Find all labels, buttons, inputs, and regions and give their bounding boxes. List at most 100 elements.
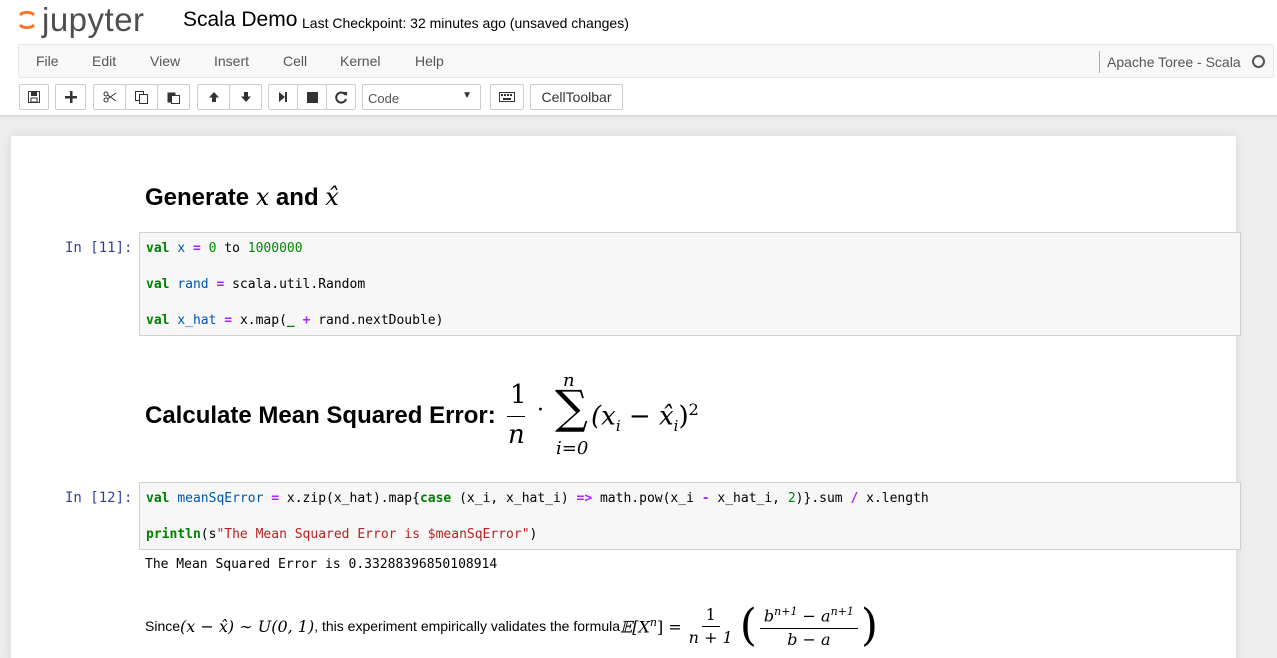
plus-icon bbox=[64, 91, 77, 103]
code-text: x_hat_i, bbox=[717, 491, 781, 506]
code-text: math.pow(x_i bbox=[599, 491, 694, 506]
restart-button[interactable] bbox=[326, 84, 356, 110]
menubar: File Edit View Insert Cell Kernel Help A… bbox=[18, 44, 1274, 78]
frac-denominator: n bbox=[508, 420, 525, 450]
cell-type-select[interactable]: Code ▼ bbox=[362, 84, 481, 110]
fraction-1: 1 n + 1 bbox=[685, 604, 737, 649]
paste-icon bbox=[167, 92, 180, 104]
frac-top: 1 bbox=[701, 604, 720, 627]
interrupt-button[interactable] bbox=[297, 84, 327, 110]
frac-numerator: 1 bbox=[510, 380, 527, 410]
power: n bbox=[649, 615, 657, 629]
code-text: ) bbox=[529, 527, 538, 542]
operator: = bbox=[216, 277, 225, 292]
operator: => bbox=[576, 491, 593, 506]
menu-edit[interactable]: Edit bbox=[92, 53, 116, 69]
cut-button[interactable] bbox=[93, 84, 126, 110]
menu-insert[interactable]: Insert bbox=[214, 53, 249, 69]
string: "The Mean Squared Error is $meanSqError" bbox=[216, 527, 530, 542]
code-line: val rand = scala.util.Random bbox=[146, 277, 365, 292]
keyword: val bbox=[146, 491, 170, 506]
code-text: to bbox=[224, 241, 240, 256]
menu-help[interactable]: Help bbox=[415, 53, 444, 69]
keyword: val bbox=[146, 277, 170, 292]
jupyter-logo[interactable]: jupyter bbox=[18, 2, 145, 38]
frac-bottom: n + 1 bbox=[688, 627, 733, 647]
builtin: println bbox=[146, 527, 201, 542]
frac-bar bbox=[507, 416, 525, 417]
paste-button[interactable] bbox=[157, 84, 190, 110]
variable: rand bbox=[177, 277, 209, 292]
minus: − bbox=[620, 401, 659, 432]
input-prompt: In [11]: bbox=[65, 240, 133, 256]
operator: - bbox=[701, 491, 710, 506]
code-cell-input[interactable]: val x = 0 to 1000000 val rand = scala.ut… bbox=[139, 232, 1241, 336]
variable: meanSqError bbox=[177, 491, 264, 506]
code-text: rand.nextDouble) bbox=[318, 313, 444, 328]
markdown-formula-text[interactable]: Since (x − x̂) ∼ U(0, 1) , this experime… bbox=[145, 596, 878, 656]
term: b bbox=[763, 606, 775, 626]
text: , this experiment empirically validates … bbox=[314, 618, 621, 634]
heading-and: and bbox=[269, 184, 326, 211]
term: − a bbox=[797, 606, 831, 626]
menu-cell[interactable]: Cell bbox=[283, 53, 307, 69]
menu-file[interactable]: File bbox=[36, 53, 59, 69]
run-button[interactable] bbox=[268, 84, 298, 110]
command-palette-button[interactable] bbox=[490, 84, 524, 110]
sum-term: (x bbox=[591, 401, 616, 432]
copy-button[interactable] bbox=[125, 84, 158, 110]
insert-cell-button[interactable] bbox=[55, 84, 86, 110]
code-text: x.length bbox=[866, 491, 929, 506]
code-line: val x_hat = x.map(_ + rand.nextDouble) bbox=[146, 313, 443, 328]
menu-kernel[interactable]: Kernel bbox=[340, 53, 380, 69]
lhs: 𝔼[X bbox=[620, 617, 650, 637]
sum-lower: i=0 bbox=[556, 438, 589, 459]
code-text: x.map( bbox=[239, 313, 287, 328]
heading-text: Generate bbox=[145, 184, 256, 211]
code-line: println(s"The Mean Squared Error is $mea… bbox=[146, 527, 537, 542]
operator: = bbox=[224, 313, 233, 328]
code-text: (s bbox=[200, 527, 217, 542]
operator: = bbox=[271, 491, 280, 506]
markdown-heading-generate[interactable]: Generate x and x̂ bbox=[145, 183, 339, 212]
copy-icon bbox=[135, 90, 148, 104]
number: 2 bbox=[787, 491, 796, 506]
code-line: val meanSqError = x.zip(x_hat).map{case … bbox=[146, 491, 929, 506]
code-text: x.zip(x_hat).map{ bbox=[286, 491, 420, 506]
xhat: x̂ bbox=[658, 401, 674, 432]
sum-symbol: ∑ bbox=[555, 380, 588, 434]
frac-top: bn+1 − an+1 bbox=[759, 601, 858, 629]
save-button[interactable] bbox=[19, 84, 49, 110]
kernel-status-icon bbox=[1252, 55, 1265, 68]
celltoolbar-button[interactable]: CellToolbar bbox=[530, 84, 623, 110]
notebook-name[interactable]: Scala Demo bbox=[183, 8, 297, 32]
keyword: val bbox=[146, 313, 170, 328]
code-text: (x_i, x_hat_i) bbox=[459, 491, 569, 506]
menu-view[interactable]: View bbox=[150, 53, 180, 69]
operator: = bbox=[192, 241, 201, 256]
move-down-button[interactable] bbox=[229, 84, 262, 110]
kernel-name[interactable]: Apache Toree - Scala bbox=[1107, 54, 1241, 70]
checkpoint-status: Last Checkpoint: 32 minutes ago (unsaved… bbox=[302, 15, 629, 31]
header-shadow bbox=[0, 115, 1277, 119]
logo-text: jupyter bbox=[42, 1, 145, 38]
celltoolbar-label: CellToolbar bbox=[541, 89, 612, 105]
heading-text: Calculate Mean Squared Error: bbox=[145, 402, 496, 429]
code-text: )}.sum bbox=[795, 491, 843, 506]
math-expr: (x − x̂) ∼ U(0, 1) bbox=[180, 616, 315, 636]
move-up-button[interactable] bbox=[197, 84, 230, 110]
step-forward-icon bbox=[279, 92, 287, 102]
refresh-icon bbox=[334, 91, 347, 103]
arrow-down-icon bbox=[240, 92, 251, 102]
markdown-heading-mse[interactable]: Calculate Mean Squared Error: 1 n · n ∑ … bbox=[145, 370, 745, 464]
arrow-up-icon bbox=[208, 92, 219, 102]
code-cell-input[interactable]: val meanSqError = x.zip(x_hat).map{case … bbox=[139, 482, 1241, 550]
stop-icon bbox=[306, 91, 318, 103]
fraction-2: bn+1 − an+1 b − a bbox=[759, 601, 858, 650]
jupyter-logo-icon bbox=[18, 10, 36, 30]
keyword: val bbox=[146, 241, 170, 256]
lhs-close: ] = bbox=[656, 617, 682, 637]
math-xhat: x̂ bbox=[325, 183, 339, 211]
power: n+1 bbox=[830, 605, 854, 619]
number: 1000000 bbox=[247, 241, 303, 256]
